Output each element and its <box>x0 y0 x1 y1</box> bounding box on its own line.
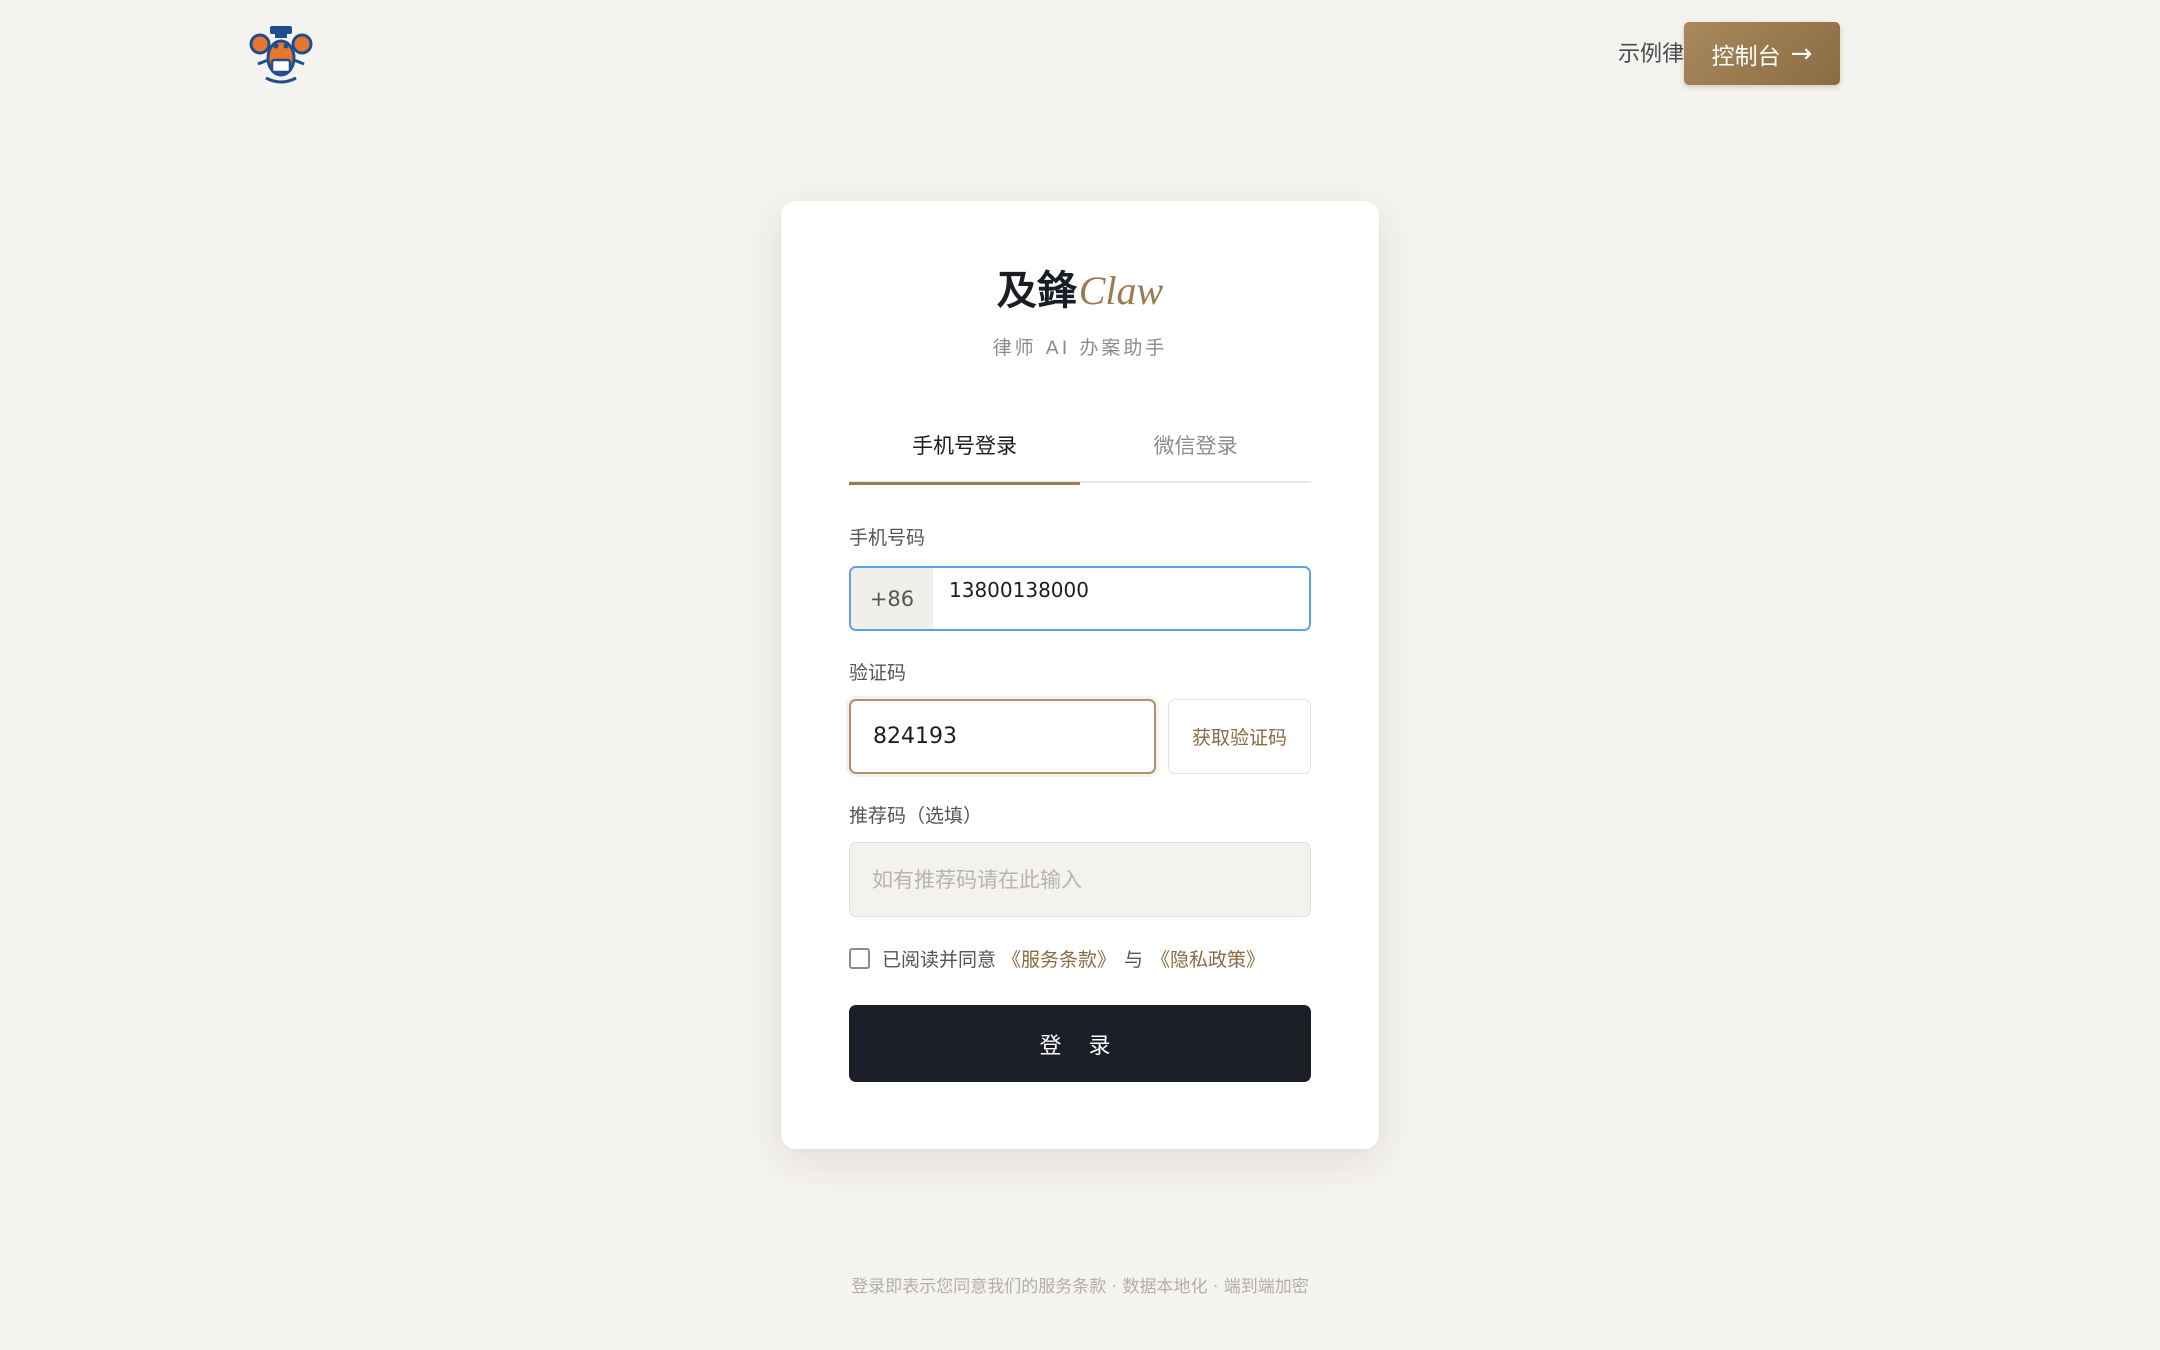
agree-checkbox[interactable] <box>849 947 870 969</box>
tab-wechat-login[interactable]: 微信登录 <box>1080 421 1311 483</box>
footer-note: 登录即表示您同意我们的服务条款 · 数据本地化 · 端到端加密 <box>851 1277 1309 1297</box>
get-code-button[interactable]: 获取验证码 <box>1168 699 1311 774</box>
phone-input[interactable] <box>933 568 1309 629</box>
tab-phone-login[interactable]: 手机号登录 <box>849 421 1080 485</box>
code-label: 验证码 <box>849 662 907 684</box>
login-button[interactable]: 登 录 <box>849 1005 1311 1082</box>
agreement-row: 已阅读并同意 《服务条款》 与 《隐私政策》 <box>849 943 1265 973</box>
arrow-right-icon: → <box>1790 38 1813 69</box>
brand-subtitle: 律师 AI 办案助手 <box>992 337 1168 359</box>
top-nav: 示例律师 控制台 → <box>0 0 2160 110</box>
main-nav <box>400 38 576 72</box>
agree-prefix: 已阅读并同意 <box>882 948 997 971</box>
lobster-logo-icon[interactable] <box>248 22 314 88</box>
console-button-label: 控制台 <box>1711 43 1781 70</box>
referral-label: 推荐码（选填） <box>849 805 983 827</box>
referral-input[interactable] <box>849 842 1311 917</box>
phone-label: 手机号码 <box>849 527 926 549</box>
console-button[interactable]: 控制台 → <box>1684 22 1840 85</box>
terms-link[interactable]: 《服务条款》 <box>1002 945 1116 972</box>
login-tabs: 手机号登录 微信登录 <box>849 421 1311 485</box>
privacy-link[interactable]: 《隐私政策》 <box>1151 945 1265 972</box>
brand-title: 及鋒Claw <box>781 265 1379 317</box>
agree-and: 与 <box>1124 948 1144 971</box>
login-card: 及鋒Claw 律师 AI 办案助手 手机号登录 微信登录 手机号码 +86 验证… <box>781 201 1379 1149</box>
phone-field: +86 <box>849 566 1311 631</box>
brand-en: Claw <box>1078 268 1164 313</box>
country-code[interactable]: +86 <box>851 568 933 629</box>
verification-code-input[interactable] <box>849 699 1156 774</box>
brand-cn: 及鋒 <box>996 267 1077 314</box>
